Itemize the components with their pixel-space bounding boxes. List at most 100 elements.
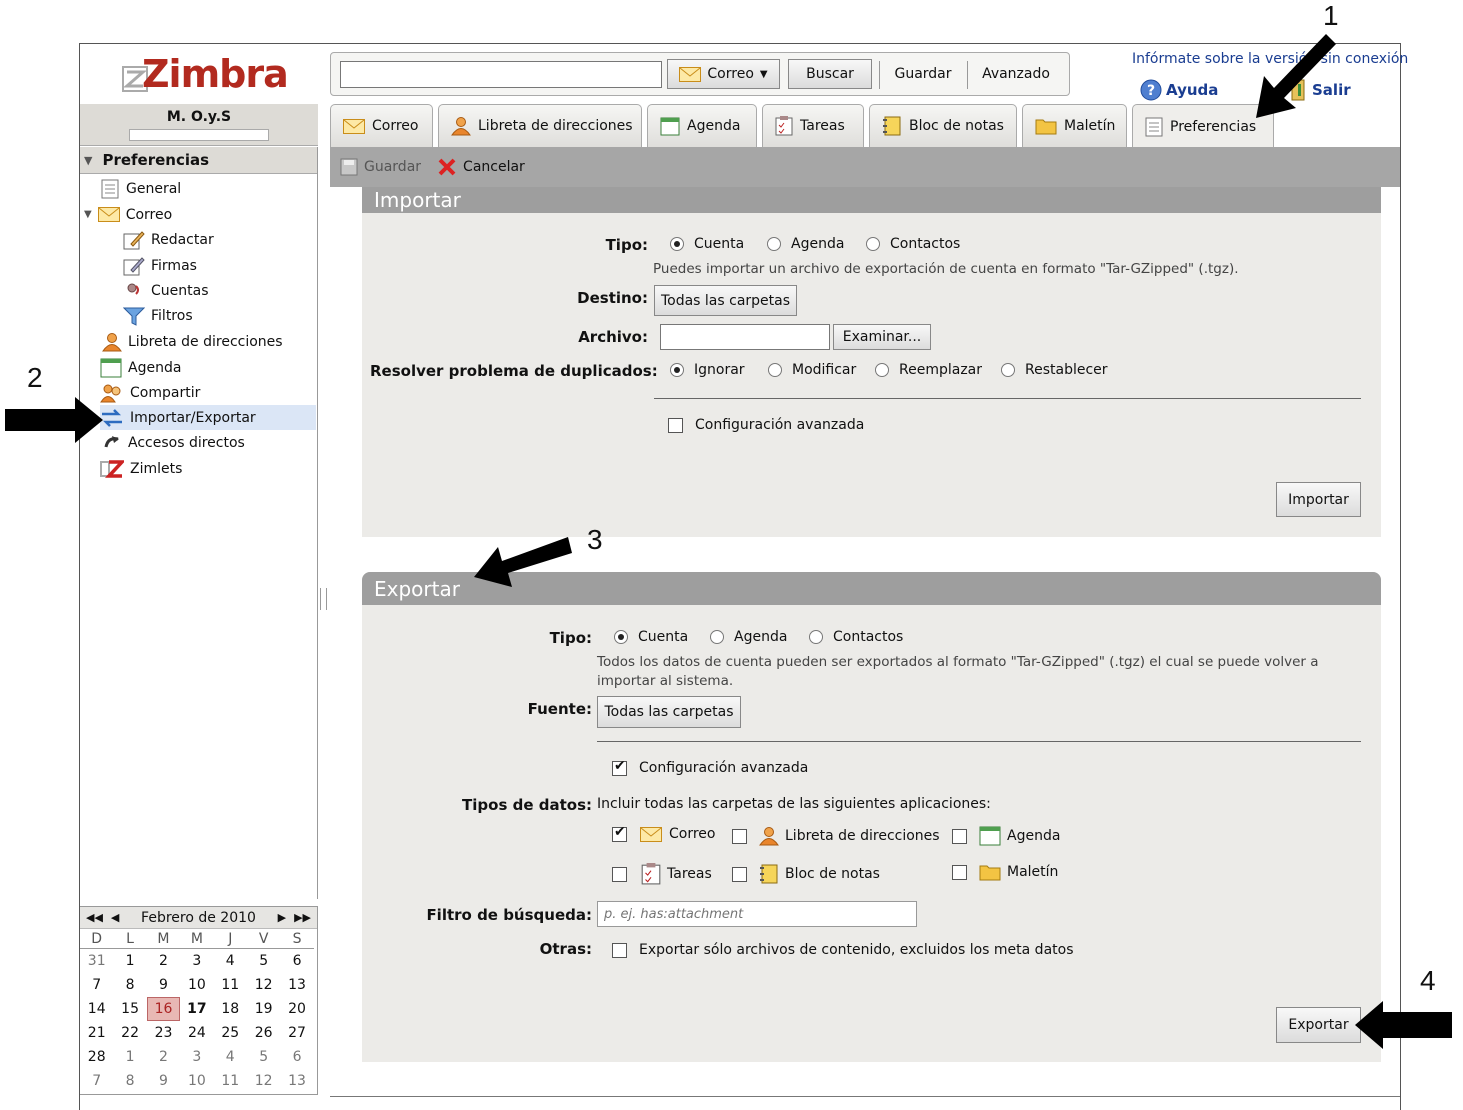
calendar-day[interactable]: 6 xyxy=(280,1045,313,1069)
import-dest-button[interactable]: Todas las carpetas xyxy=(654,285,797,316)
calendar-day[interactable]: 24 xyxy=(180,1021,213,1045)
help-link[interactable]: ? Ayuda xyxy=(1140,79,1218,101)
calendar-day[interactable]: 5 xyxy=(247,1045,280,1069)
calendar-day[interactable]: 25 xyxy=(214,1021,247,1045)
calendar-day[interactable]: 13 xyxy=(280,973,313,997)
calendar-day[interactable]: 9 xyxy=(147,973,180,997)
calendar-day[interactable]: 20 xyxy=(280,997,313,1021)
tab-calendar[interactable]: Agenda xyxy=(647,104,757,147)
calendar-day[interactable]: 22 xyxy=(113,1021,146,1045)
import-file-input[interactable] xyxy=(660,324,830,350)
datatype-calendar-checkbox[interactable]: Agenda xyxy=(952,826,1060,846)
calendar-day[interactable]: 28 xyxy=(80,1045,113,1069)
calendar-day[interactable]: 7 xyxy=(80,1069,113,1093)
export-button[interactable]: Exportar xyxy=(1276,1007,1361,1043)
search-scope-dropdown[interactable]: Correo ▼ xyxy=(667,59,780,89)
tab-tasks[interactable]: Tareas xyxy=(762,104,864,147)
calendar-day[interactable]: 12 xyxy=(247,973,280,997)
calendar-day[interactable]: 18 xyxy=(214,997,247,1021)
datatype-briefcase-checkbox[interactable]: Maletín xyxy=(952,863,1058,881)
calendar-day[interactable]: 17 xyxy=(180,997,213,1021)
calendar-day[interactable]: 7 xyxy=(80,973,113,997)
calendar-day[interactable]: 27 xyxy=(280,1021,313,1045)
import-type-account-radio[interactable]: Cuenta xyxy=(670,236,744,252)
calendar-day[interactable]: 5 xyxy=(247,949,280,973)
calendar-day[interactable]: 12 xyxy=(247,1069,280,1093)
cancel-button[interactable]: Cancelar xyxy=(437,157,525,177)
sidebar-item-general[interactable]: General xyxy=(100,176,181,201)
calendar-day[interactable]: 23 xyxy=(147,1021,180,1045)
calendar-day[interactable]: 10 xyxy=(180,1069,213,1093)
sidebar-item-sharing[interactable]: Compartir xyxy=(100,380,200,405)
sidebar-header[interactable]: ▼ Preferencias xyxy=(80,147,317,174)
calendar-day[interactable]: 19 xyxy=(247,997,280,1021)
browse-button[interactable]: Examinar... xyxy=(833,324,931,350)
sidebar-item-address-book[interactable]: Libreta de direcciones xyxy=(102,329,283,354)
sidebar-item-accounts[interactable]: Cuentas xyxy=(125,278,209,303)
dup-reset-radio[interactable]: Restablecer xyxy=(1001,362,1108,378)
datatype-tasks-checkbox[interactable]: Tareas xyxy=(612,863,712,885)
export-type-calendar-radio[interactable]: Agenda xyxy=(710,629,787,645)
calendar-day[interactable]: 3 xyxy=(180,949,213,973)
calendar-day[interactable]: 4 xyxy=(214,1045,247,1069)
export-advanced-checkbox[interactable]: Configuración avanzada xyxy=(612,758,808,776)
export-type-contacts-radio[interactable]: Contactos xyxy=(809,629,903,645)
calendar-day[interactable]: 8 xyxy=(113,973,146,997)
datatype-mail-checkbox[interactable]: Correo xyxy=(612,824,715,842)
search-button[interactable]: Buscar xyxy=(788,59,872,89)
search-input[interactable] xyxy=(340,61,662,88)
next-month-icon[interactable]: ▶ xyxy=(278,911,286,924)
save-search-button[interactable]: Guardar xyxy=(883,59,963,89)
calendar-day[interactable]: 14 xyxy=(80,997,113,1021)
import-type-calendar-radio[interactable]: Agenda xyxy=(767,236,844,252)
sidebar-item-filters[interactable]: Filtros xyxy=(123,303,193,328)
dup-ignore-radio[interactable]: Ignorar xyxy=(670,362,745,378)
tab-notebook[interactable]: Bloc de notas xyxy=(869,104,1017,147)
calendar-day[interactable]: 6 xyxy=(280,949,313,973)
calendar-day[interactable]: 9 xyxy=(147,1069,180,1093)
calendar-day[interactable]: 10 xyxy=(180,973,213,997)
calendar-day[interactable]: 11 xyxy=(214,1069,247,1093)
sidebar-item-signatures[interactable]: Firmas xyxy=(123,253,197,278)
calendar-day[interactable]: 31 xyxy=(80,949,113,973)
sidebar-item-import-export[interactable]: Importar/Exportar xyxy=(100,405,316,430)
import-type-contacts-radio[interactable]: Contactos xyxy=(866,236,960,252)
splitter-handle[interactable] xyxy=(320,588,327,610)
sidebar-item-shortcuts[interactable]: Accesos directos xyxy=(102,430,245,455)
tab-briefcase[interactable]: Maletín xyxy=(1022,104,1127,147)
tab-address-book[interactable]: Libreta de direcciones xyxy=(438,104,642,147)
calendar-day[interactable]: 11 xyxy=(214,973,247,997)
prev-year-icon[interactable]: ◀◀ xyxy=(86,911,103,924)
import-advanced-checkbox[interactable]: Configuración avanzada xyxy=(668,417,864,433)
prev-month-icon[interactable]: ◀ xyxy=(111,911,119,924)
sidebar-item-compose[interactable]: Redactar xyxy=(123,227,214,252)
calendar-day[interactable]: 26 xyxy=(247,1021,280,1045)
calendar-day[interactable]: 3 xyxy=(180,1045,213,1069)
export-source-button[interactable]: Todas las carpetas xyxy=(597,696,741,728)
dup-modify-radio[interactable]: Modificar xyxy=(768,362,856,378)
calendar-day[interactable]: 1 xyxy=(113,1045,146,1069)
sidebar-item-zimlets[interactable]: Zimlets xyxy=(100,456,182,481)
sidebar-item-mail[interactable]: ▼ Correo xyxy=(84,202,172,227)
export-type-account-radio[interactable]: Cuenta xyxy=(614,629,688,645)
calendar-day[interactable]: 2 xyxy=(147,949,180,973)
calendar-day[interactable]: 2 xyxy=(147,1045,180,1069)
calendar-day[interactable]: 16 xyxy=(146,997,181,1021)
tab-mail[interactable]: Correo xyxy=(330,104,433,147)
export-content-only-checkbox[interactable]: Exportar sólo archivos de contenido, exc… xyxy=(612,942,1074,958)
save-button[interactable]: Guardar xyxy=(340,158,421,176)
calendar-day[interactable]: 1 xyxy=(113,949,146,973)
sidebar-item-calendar[interactable]: Agenda xyxy=(100,355,181,380)
dup-replace-radio[interactable]: Reemplazar xyxy=(875,362,982,378)
datatype-notebook-checkbox[interactable]: Bloc de notas xyxy=(732,863,880,885)
calendar-day[interactable]: 13 xyxy=(280,1069,313,1093)
import-button[interactable]: Importar xyxy=(1276,482,1361,517)
next-year-icon[interactable]: ▶▶ xyxy=(294,911,311,924)
calendar-day[interactable]: 8 xyxy=(113,1069,146,1093)
calendar-day[interactable]: 15 xyxy=(113,997,146,1021)
calendar-day[interactable]: 4 xyxy=(214,949,247,973)
datatype-contacts-checkbox[interactable]: Libreta de direcciones xyxy=(732,826,940,846)
search-filter-input[interactable] xyxy=(597,901,917,927)
advanced-search-button[interactable]: Avanzado xyxy=(971,59,1061,89)
calendar-day[interactable]: 21 xyxy=(80,1021,113,1045)
